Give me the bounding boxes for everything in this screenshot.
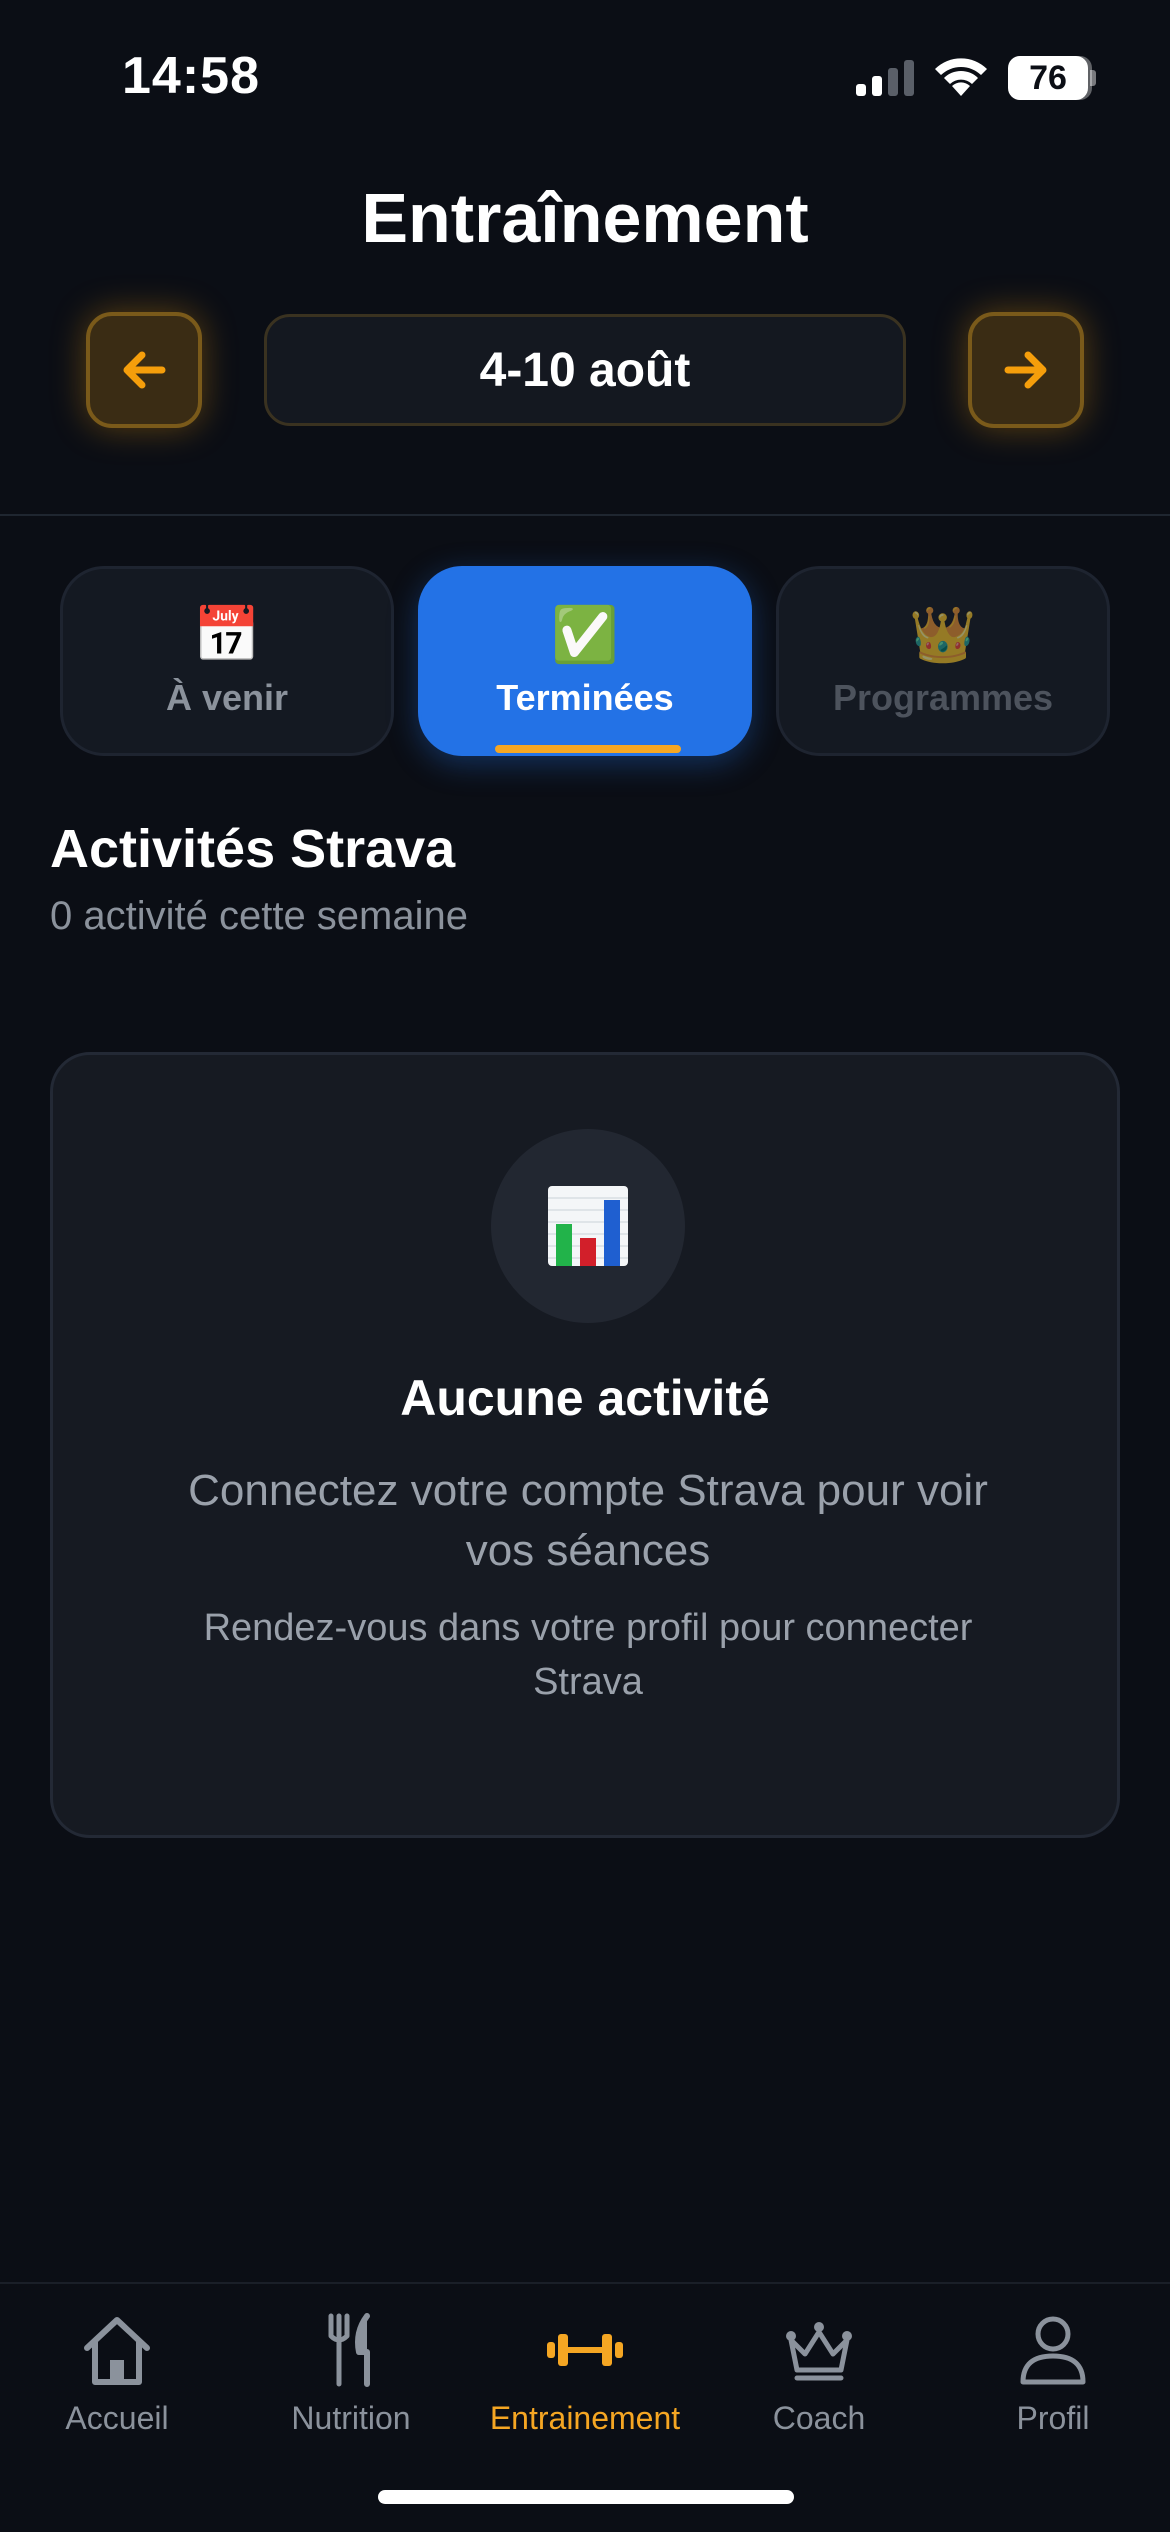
nav-coach-label: Coach — [772, 2400, 866, 2436]
calendar-icon: 📅 — [193, 605, 261, 665]
signal-icon — [856, 60, 914, 96]
wifi-icon — [935, 58, 987, 96]
nav-nutrition-label: Nutrition — [291, 2400, 411, 2436]
home-indicator — [378, 2490, 794, 2504]
nav-profile[interactable]: Profil — [936, 2310, 1170, 2460]
crown-icon: 👑 — [909, 605, 977, 665]
nav-profile-label: Profil — [1016, 2400, 1090, 2436]
user-icon — [1020, 2316, 1086, 2385]
empty-state-hint: Rendez-vous dans votre profil pour conne… — [203, 1607, 973, 1703]
empty-state-description: Connectez votre compte Strava pour voir … — [188, 1466, 988, 1575]
nav-nutrition[interactable]: Nutrition — [234, 2310, 468, 2460]
nav-home[interactable]: Accueil — [0, 2310, 234, 2460]
previous-week-button[interactable] — [86, 312, 202, 428]
check-icon: ✅ — [551, 605, 619, 665]
nav-training-label: Entrainement — [489, 2400, 681, 2436]
battery-icon: 76 — [1008, 56, 1096, 100]
bar-chart-icon — [548, 1186, 628, 1266]
tab-programs-label: Programmes — [832, 677, 1054, 718]
tab-upcoming-label: À venir — [165, 677, 289, 718]
empty-state-icon-container — [491, 1129, 685, 1323]
activity-count: 0 activité cette semaine — [50, 894, 468, 938]
week-range-label[interactable]: 4-10 août — [264, 314, 906, 426]
status-time: 14:58 — [122, 47, 260, 105]
tab-completed-label: Terminées — [496, 677, 674, 718]
arrow-right-icon — [1004, 351, 1047, 389]
crown-icon — [786, 2322, 852, 2381]
fork-knife-icon — [328, 2313, 370, 2387]
tab-upcoming[interactable]: 📅 À venir — [60, 566, 394, 756]
nav-coach[interactable]: Coach — [702, 2310, 936, 2460]
home-icon — [84, 2317, 150, 2385]
header-divider — [0, 514, 1170, 516]
nav-training[interactable]: Entrainement — [468, 2310, 702, 2460]
empty-state-card: Aucune activité Connectez votre compte S… — [50, 1052, 1120, 1838]
status-bar: 14:58 76 — [0, 0, 1170, 150]
tab-completed[interactable]: ✅ Terminées — [418, 566, 752, 756]
empty-state-title: Aucune activité — [400, 1370, 770, 1426]
active-tab-indicator — [495, 745, 681, 753]
next-week-button[interactable] — [968, 312, 1084, 428]
section-title: Activités Strava — [50, 819, 456, 879]
arrow-left-icon — [123, 351, 166, 389]
tab-programs[interactable]: 👑 Programmes — [776, 566, 1110, 756]
nav-home-label: Accueil — [65, 2400, 169, 2436]
page-title: Entraînement — [361, 179, 809, 257]
battery-percent: 76 — [1029, 59, 1067, 97]
dumbbell-icon — [547, 2334, 623, 2366]
